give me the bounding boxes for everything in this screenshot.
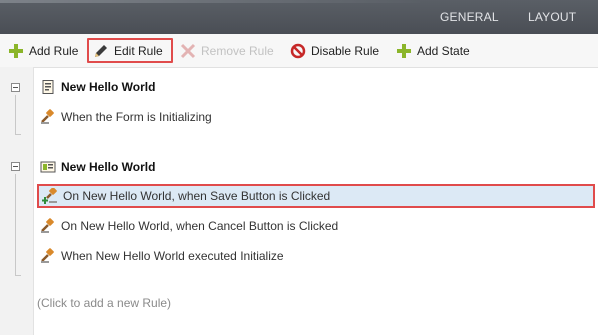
collapse-toggle-group-1[interactable] bbox=[11, 83, 20, 92]
view-icon bbox=[40, 161, 56, 173]
top-bar: GENERAL LAYOUT bbox=[0, 0, 598, 34]
gavel-icon bbox=[41, 248, 54, 263]
disable-rule-button[interactable]: Disable Rule bbox=[286, 38, 383, 63]
rule-item-selected[interactable]: On New Hello World, when Save Button is … bbox=[37, 184, 595, 208]
add-rule-hint[interactable]: (Click to add a new Rule) bbox=[37, 296, 171, 310]
form-icon bbox=[42, 80, 54, 94]
rule-label: When New Hello World executed Initialize bbox=[61, 249, 284, 263]
add-state-button[interactable]: Add State bbox=[392, 38, 474, 63]
add-rule-label: Add Rule bbox=[29, 43, 79, 58]
rule-group-title: New Hello World bbox=[61, 80, 156, 94]
add-rule-button[interactable]: Add Rule bbox=[4, 38, 82, 63]
tree-line-end bbox=[15, 275, 21, 276]
top-bar-accent bbox=[0, 0, 420, 3]
gavel-icon bbox=[41, 109, 54, 124]
edit-rule-label: Edit Rule bbox=[114, 43, 163, 58]
tree-line bbox=[15, 95, 16, 135]
plus-icon bbox=[9, 43, 23, 58]
tab-general[interactable]: GENERAL bbox=[440, 10, 499, 24]
rule-label: When the Form is Initializing bbox=[61, 110, 212, 124]
tree-line bbox=[15, 174, 16, 276]
collapse-toggle-group-2[interactable] bbox=[11, 162, 20, 171]
rule-label: On New Hello World, when Cancel Button i… bbox=[61, 219, 339, 233]
rule-item[interactable]: On New Hello World, when Cancel Button i… bbox=[40, 215, 338, 237]
close-icon bbox=[180, 43, 196, 58]
remove-rule-button[interactable]: Remove Rule bbox=[176, 38, 278, 63]
pencil-icon bbox=[95, 44, 107, 57]
gavel-add-icon bbox=[42, 188, 57, 204]
rule-group-header: New Hello World bbox=[40, 156, 155, 178]
rule-group-header: New Hello World bbox=[40, 76, 155, 98]
tree-line-end bbox=[15, 134, 21, 135]
disable-rule-label: Disable Rule bbox=[311, 43, 380, 58]
tab-layout[interactable]: LAYOUT bbox=[528, 10, 576, 24]
rule-group-title: New Hello World bbox=[61, 160, 156, 174]
edit-rule-button[interactable]: Edit Rule bbox=[87, 38, 173, 63]
remove-rule-label: Remove Rule bbox=[201, 43, 274, 58]
gavel-icon bbox=[41, 218, 54, 233]
rule-item[interactable]: When the Form is Initializing bbox=[40, 106, 212, 128]
prohibited-icon bbox=[290, 43, 306, 58]
rule-item[interactable]: When New Hello World executed Initialize bbox=[40, 245, 284, 267]
rules-toolbar: Add Rule Edit Rule Remove Rule Disable R… bbox=[0, 34, 598, 68]
add-state-label: Add State bbox=[417, 43, 470, 58]
tree-gutter bbox=[0, 67, 34, 335]
plus-icon bbox=[397, 43, 411, 58]
rule-label: On New Hello World, when Save Button is … bbox=[63, 189, 331, 203]
